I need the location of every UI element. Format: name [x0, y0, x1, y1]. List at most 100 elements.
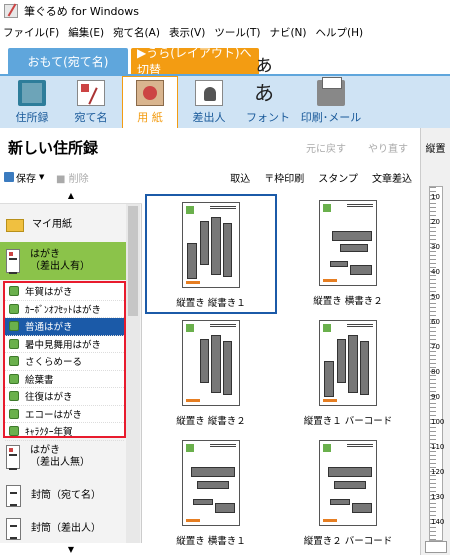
zip-code-box [347, 324, 373, 327]
ruler-number: 50 [431, 293, 440, 301]
list-item[interactable]: さくらめーる [5, 353, 124, 371]
layout-item[interactable]: 縦置き 横書き２ [282, 194, 414, 314]
list-item[interactable]: 普通はがき [5, 318, 124, 336]
layout-label: 縦置き２ バーコード [303, 536, 393, 547]
scroll-up-button[interactable]: ▲ [0, 188, 142, 204]
envelope-icon [6, 485, 21, 507]
ruler-number: 70 [431, 343, 440, 351]
layout-item[interactable]: 縦置き 縦書き１ [145, 194, 277, 314]
menu-navi[interactable]: ナビ(N) [269, 25, 306, 40]
list-item[interactable]: 暑中見舞用はがき [5, 336, 124, 353]
postcard-type-icon [9, 303, 19, 314]
stamp-button[interactable]: スタンプ [318, 170, 358, 185]
text-block [215, 503, 235, 513]
ribbon-paper-button[interactable]: 用 紙 [122, 76, 178, 128]
list-item[interactable]: 往復はがき [5, 388, 124, 406]
text-block [193, 499, 213, 505]
text-block [187, 243, 197, 279]
ruler-number: 80 [431, 368, 440, 376]
ribbon-print-mail-button[interactable]: 印刷･メール [299, 76, 363, 128]
postcard-icon [6, 445, 20, 470]
layout-item[interactable]: 縦置き 縦書き２ [145, 314, 277, 434]
ruler-number: 20 [431, 218, 440, 226]
tab-switch-back-layout[interactable]: ▶うら(レイアウト)へ切替 [131, 46, 259, 77]
postal-frame-print-button[interactable]: 〒枠印刷 [264, 170, 304, 185]
layout-preview [182, 320, 240, 406]
delete-button[interactable]: ■ 削除 [56, 170, 89, 185]
layout-item[interactable]: 縦置き２ バーコード [282, 434, 414, 554]
redo-button[interactable]: やり直す [368, 140, 408, 155]
category-label-line2: （差出人有） [30, 261, 90, 272]
text-block [191, 467, 235, 477]
category-label-line2: （差出人無） [30, 457, 90, 468]
menu-file[interactable]: ファイル(F) [3, 25, 59, 40]
layout-label: 縦置き 横書き２ [313, 296, 383, 307]
zip-code-box [347, 444, 373, 447]
list-item[interactable]: 絵葉書 [5, 371, 124, 388]
toolbar-right-actions: 取込 〒枠印刷 スタンプ 文章差込 [230, 170, 412, 185]
postcard-type-icon [9, 408, 19, 419]
save-icon [4, 172, 14, 182]
scrollbar-thumb[interactable] [128, 206, 138, 316]
zip-code-box [210, 206, 236, 209]
ruler-number: 40 [431, 268, 440, 276]
ribbon-label: 用 紙 [137, 111, 163, 124]
menu-tools[interactable]: ツール(T) [214, 25, 260, 40]
ribbon-address-button[interactable]: 宛て名 [63, 76, 119, 128]
ribbon-label: 差出人 [192, 111, 226, 124]
list-item-label: 年賀はがき [25, 287, 73, 299]
list-item[interactable]: ｶｰﾎﾞﾝｵﾌｾｯﾄはがき [5, 301, 124, 318]
mode-tabs: おもて(宛て名) ▶うら(レイアウト)へ切替 [0, 42, 450, 77]
category-scrollbar[interactable] [126, 204, 140, 544]
font-icon: ぁあ [254, 52, 274, 105]
postcard-type-icon [9, 338, 19, 349]
ribbon-sender-button[interactable]: 差出人 [181, 76, 237, 128]
sender-zip-box [186, 281, 200, 284]
list-item[interactable]: エコーはがき [5, 406, 124, 423]
menu-address[interactable]: 宛て名(A) [113, 25, 160, 40]
category-hagaki-without-sender[interactable]: はがき （差出人無） [0, 438, 126, 476]
text-block [332, 231, 372, 241]
menu-edit[interactable]: 編集(E) [68, 25, 104, 40]
zip-code-box [210, 324, 236, 327]
import-button[interactable]: 取込 [230, 170, 250, 185]
menu-help[interactable]: ヘルプ(H) [316, 25, 364, 40]
category-envelope-sender[interactable]: 封筒（差出人） [0, 512, 126, 546]
category-envelope-address[interactable]: 封筒（宛て名） [0, 478, 126, 514]
sender-zip-box [323, 519, 337, 522]
layout-label: 縦置き 縦書き２ [176, 416, 246, 427]
postcard-type-list: 年賀はがき ｶｰﾎﾞﾝｵﾌｾｯﾄはがき 普通はがき 暑中見舞用はがき さくらめー… [3, 281, 126, 441]
orientation-label: 縦置 [420, 128, 450, 166]
ribbon-font-button[interactable]: ぁあ フォント [240, 52, 296, 128]
sender-icon [195, 80, 223, 106]
category-label-line1: はがき [30, 248, 60, 260]
ribbon-address-book-button[interactable]: 住所録 [4, 76, 60, 128]
scroll-down-button[interactable]: ▼ [0, 543, 142, 555]
menu-view[interactable]: 表示(V) [169, 25, 205, 40]
stamp-icon [323, 444, 331, 452]
undo-button[interactable]: 元に戻す [306, 140, 346, 155]
ribbon-label: 住所録 [15, 111, 49, 124]
text-block [200, 221, 209, 265]
layout-item[interactable]: 縦置き１ バーコード [282, 314, 414, 434]
category-label: はがき （差出人有） [30, 249, 90, 274]
zip-code-box [347, 204, 373, 207]
list-item[interactable]: 年賀はがき [5, 283, 124, 301]
postcard-icon [6, 249, 20, 274]
stamp-icon [186, 206, 194, 214]
vertical-ruler: 10 20 30 40 50 60 70 80 90 100 110 120 1… [420, 166, 450, 555]
category-label: 封筒（宛て名） [31, 489, 101, 501]
text-block [197, 481, 229, 489]
insert-text-button[interactable]: 文章差込 [372, 170, 412, 185]
ruler-number: 100 [431, 418, 445, 426]
category-my-paper[interactable]: マイ用紙 [0, 210, 126, 240]
list-item-label: ｷｬﾗｸﾀｰ年賀 [25, 427, 73, 439]
text-block [337, 339, 346, 383]
tab-front-address[interactable]: おもて(宛て名) [8, 48, 128, 74]
category-hagaki-with-sender[interactable]: はがき （差出人有） [0, 242, 126, 280]
save-button[interactable]: 保存 ▼ [4, 170, 44, 185]
layout-preview [319, 440, 377, 526]
postcard-type-icon [9, 391, 19, 402]
layout-item[interactable]: 縦置き 横書き１ [145, 434, 277, 554]
secondary-toolbar: 保存 ▼ ■ 削除 取込 〒枠印刷 スタンプ 文章差込 [0, 166, 420, 188]
